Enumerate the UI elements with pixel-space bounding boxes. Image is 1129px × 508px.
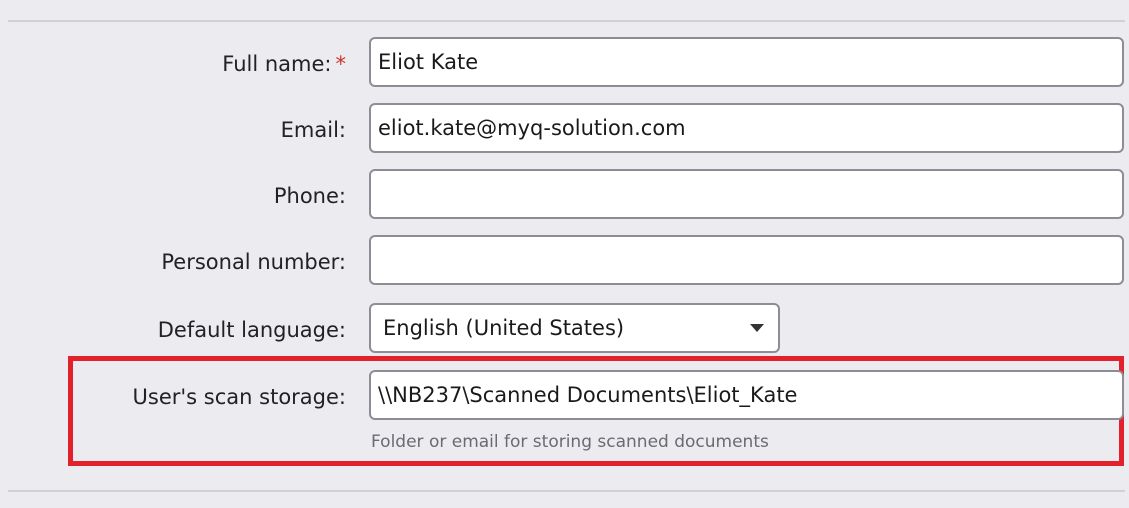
top-divider [8,20,1125,22]
scan-storage-label: User's scan storage: [132,385,346,409]
personal-number-label: Personal number: [161,250,346,274]
full-name-label: Full name: * [20,44,346,84]
scan-storage-hint: Folder or email for storing scanned docu… [371,432,769,452]
user-properties-form: Full name: * Eliot Kate Email: eliot.kate… [0,0,1129,508]
personal-number-input[interactable] [369,235,1124,285]
email-label: Email: [280,118,346,142]
default-language-value: English (United States) [383,316,625,340]
phone-input[interactable] [369,169,1124,219]
email-input[interactable]: eliot.kate@myq-solution.com [369,103,1124,153]
phone-label: Phone: [273,184,346,208]
default-language-label: Default language: [157,318,346,342]
scan-storage-input[interactable]: \\NB237\Scanned Documents\Eliot_Kate [369,370,1124,420]
full-name-input[interactable]: Eliot Kate [369,37,1124,87]
full-name-label-text: Full name: [222,52,332,76]
default-language-select[interactable]: English (United States) [369,303,780,353]
required-indicator: * [335,52,347,76]
chevron-down-icon[interactable] [750,324,764,332]
bottom-divider [8,490,1125,492]
